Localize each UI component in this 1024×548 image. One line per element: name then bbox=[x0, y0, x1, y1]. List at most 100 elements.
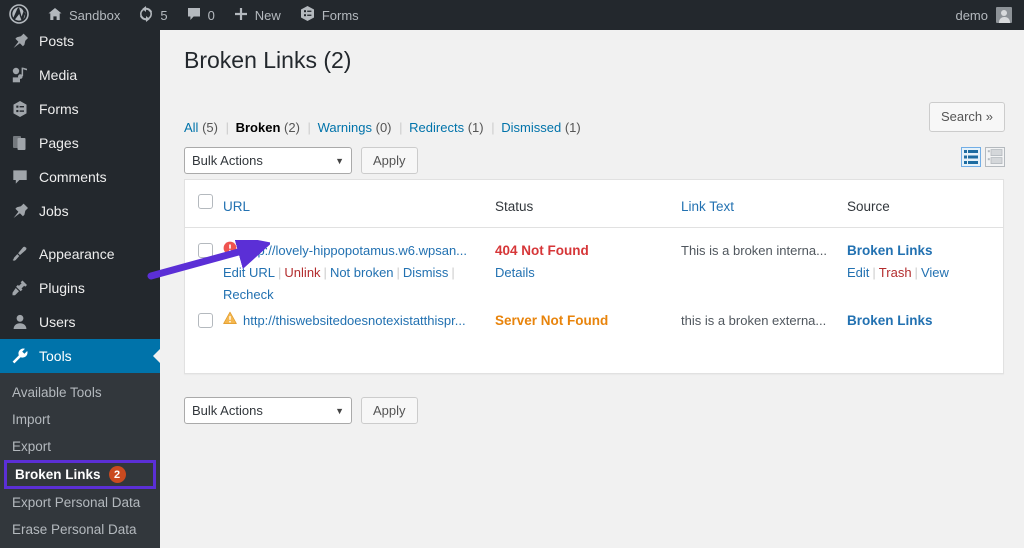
adminbar-item-comments[interactable]: 0 bbox=[177, 0, 224, 30]
list-view-icon[interactable] bbox=[961, 147, 981, 167]
sidebar-subitem-available-tools[interactable]: Available Tools bbox=[0, 379, 160, 406]
row-link-text: This is a broken interna... bbox=[681, 243, 827, 258]
media-icon bbox=[10, 65, 30, 85]
updates-icon bbox=[138, 5, 154, 25]
row-url-cell: http://lovely-hippopotamus.w6.wpsan... E… bbox=[223, 228, 495, 305]
user-avatar-icon bbox=[996, 7, 1012, 23]
action-trash[interactable]: Trash bbox=[879, 265, 912, 280]
filter-link-dismissed[interactable]: Dismissed bbox=[501, 120, 561, 135]
adminbar-item-sandbox[interactable]: Sandbox bbox=[38, 0, 129, 30]
sidebar-item-plugins[interactable]: Plugins bbox=[0, 271, 160, 305]
sidebar-label-appearance: Appearance bbox=[39, 246, 115, 262]
bulk-actions-label-bottom: Bulk Actions bbox=[192, 403, 263, 418]
sidebar-submenu-tools: Available Tools Import Export Broken Lin… bbox=[0, 373, 160, 548]
bulk-actions-select-top[interactable]: Bulk Actions ▼ bbox=[184, 147, 352, 174]
sidebar-item-posts[interactable]: Posts bbox=[0, 30, 160, 58]
adminbar-label-sandbox: Sandbox bbox=[69, 7, 121, 23]
row-source-link[interactable]: Broken Links bbox=[847, 243, 933, 258]
forms-icon bbox=[299, 5, 316, 25]
adminbar-item-updates[interactable]: 5 bbox=[129, 0, 176, 30]
sidebar-subitem-broken-links-label: Broken Links bbox=[15, 467, 101, 482]
sidebar-item-forms[interactable]: Forms bbox=[0, 92, 160, 126]
row-source-link[interactable]: Broken Links bbox=[847, 313, 933, 328]
filter-link-all[interactable]: All bbox=[184, 120, 198, 135]
tablenav-top: Bulk Actions ▼ Apply bbox=[184, 147, 418, 174]
action-sep-1: | bbox=[278, 265, 282, 280]
adminbar-label-forms: Forms bbox=[321, 7, 359, 23]
bulk-actions-select-bottom[interactable]: Bulk Actions ▼ bbox=[184, 397, 352, 424]
action-dismiss[interactable]: Dismiss bbox=[403, 265, 449, 280]
column-header-source: Source bbox=[847, 199, 890, 214]
action-edit-url[interactable]: Edit URL bbox=[223, 265, 275, 280]
sidebar-label-posts: Posts bbox=[39, 33, 75, 49]
action-sep-3: | bbox=[396, 265, 400, 280]
sidebar-item-jobs[interactable]: Jobs bbox=[0, 194, 160, 228]
adminbar-item-new[interactable]: New bbox=[224, 0, 290, 30]
source-sep-1: | bbox=[872, 265, 876, 280]
sidebar-subitem-broken-links[interactable]: Broken Links 2 bbox=[4, 460, 156, 489]
filter-count-dismissed: (1) bbox=[564, 120, 581, 135]
sidebar-item-comments[interactable]: Comments bbox=[0, 160, 160, 194]
table-header-row: URL Status Link Text Source bbox=[185, 180, 1003, 228]
broken-links-count-badge: 2 bbox=[108, 466, 126, 483]
filter-count-warnings: (0) bbox=[375, 120, 392, 135]
excerpt-view-icon[interactable] bbox=[985, 147, 1005, 167]
search-button[interactable]: Search » bbox=[928, 102, 1005, 132]
action-not-broken[interactable]: Not broken bbox=[330, 265, 394, 280]
column-header-link-text[interactable]: Link Text bbox=[681, 180, 847, 214]
row-status-cell: Server Not Found bbox=[495, 298, 681, 331]
plus-icon bbox=[233, 6, 249, 25]
select-all-checkbox[interactable] bbox=[198, 194, 213, 209]
sidebar-item-pages[interactable]: Pages bbox=[0, 126, 160, 160]
sidebar-label-forms: Forms bbox=[39, 101, 79, 117]
action-edit[interactable]: Edit bbox=[847, 265, 869, 280]
sidebar-item-media[interactable]: Media bbox=[0, 58, 160, 92]
adminbar-account[interactable]: demo bbox=[955, 7, 1024, 23]
adminbar-account-label: demo bbox=[955, 7, 988, 23]
action-sep-4: | bbox=[451, 265, 455, 280]
row-status-actions: Details bbox=[495, 262, 681, 283]
filter-link-redirects[interactable]: Redirects bbox=[409, 120, 464, 135]
row-url-link[interactable]: http://lovely-hippopotamus.w6.wpsan... bbox=[243, 240, 467, 261]
forms-icon bbox=[10, 99, 30, 119]
home-icon bbox=[47, 6, 63, 25]
action-details[interactable]: Details bbox=[495, 265, 535, 280]
row-checkbox[interactable] bbox=[198, 243, 213, 258]
row-checkbox-cell bbox=[185, 228, 223, 258]
row-url-line: http://lovely-hippopotamus.w6.wpsan... bbox=[223, 240, 495, 261]
sidebar-item-appearance[interactable]: Appearance bbox=[0, 237, 160, 271]
users-icon bbox=[10, 312, 30, 332]
sidebar-separator-1 bbox=[0, 228, 160, 237]
action-unlink[interactable]: Unlink bbox=[284, 265, 320, 280]
tools-wrench-icon bbox=[10, 346, 30, 366]
adminbar-item-forms[interactable]: Forms bbox=[290, 0, 368, 30]
sidebar-subitem-export-personal-data[interactable]: Export Personal Data bbox=[0, 489, 160, 516]
filter-link-warnings[interactable]: Warnings bbox=[318, 120, 372, 135]
action-view[interactable]: View bbox=[921, 265, 949, 280]
adminbar-label-new: New bbox=[254, 7, 281, 23]
sidebar-subitem-export[interactable]: Export bbox=[0, 433, 160, 460]
wordpress-logo-button[interactable] bbox=[0, 0, 38, 30]
column-header-url[interactable]: URL bbox=[223, 180, 495, 214]
filter-separator-1: | bbox=[225, 120, 229, 135]
error-circle-icon bbox=[223, 240, 237, 261]
table-row: http://thiswebsitedoesnotexistatthispr..… bbox=[185, 298, 1003, 373]
apply-button-top[interactable]: Apply bbox=[361, 147, 418, 174]
row-checkbox[interactable] bbox=[198, 313, 213, 328]
row-url-link[interactable]: http://thiswebsitedoesnotexistatthispr..… bbox=[243, 310, 466, 331]
action-sep-2: | bbox=[323, 265, 327, 280]
sidebar-label-users: Users bbox=[39, 314, 76, 330]
source-sep-2: | bbox=[914, 265, 918, 280]
sidebar-subitem-erase-personal-data[interactable]: Erase Personal Data bbox=[0, 516, 160, 543]
filter-link-broken[interactable]: Broken bbox=[236, 120, 281, 135]
apply-button-bottom[interactable]: Apply bbox=[361, 397, 418, 424]
comment-icon bbox=[186, 6, 202, 25]
column-header-status: Status bbox=[495, 199, 534, 214]
sidebar-item-tools[interactable]: Tools bbox=[0, 339, 160, 373]
sidebar-item-users[interactable]: Users bbox=[0, 305, 160, 339]
row-source-cell: Broken Links Edit | Trash | View bbox=[847, 228, 1003, 283]
row-checkbox-cell bbox=[185, 298, 223, 328]
sidebar-subitem-import[interactable]: Import bbox=[0, 406, 160, 433]
chevron-down-icon: ▼ bbox=[335, 405, 344, 416]
comments-icon bbox=[10, 167, 30, 187]
